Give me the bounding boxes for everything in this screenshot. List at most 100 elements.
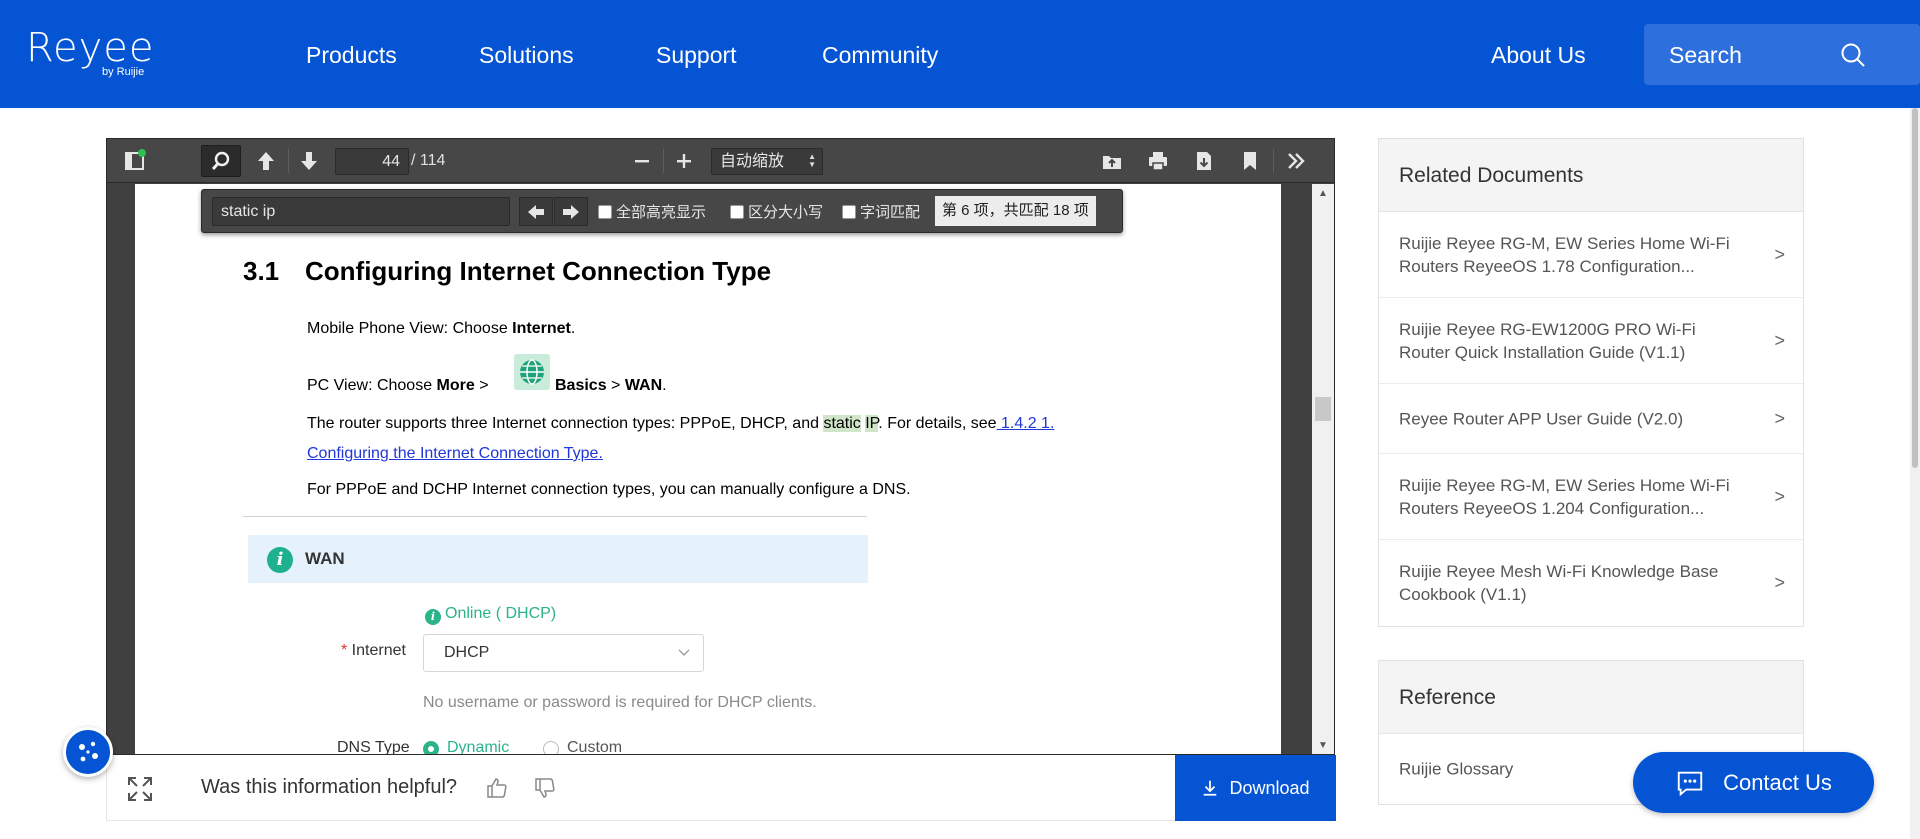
dns-type-label: DNS Type — [337, 739, 410, 754]
related-doc-item[interactable]: Ruijie Reyee RG-EW1200G PRO Wi-Fi Router… — [1379, 298, 1803, 384]
tools-button[interactable] — [1276, 145, 1316, 177]
helpful-question: Was this information helpful? — [201, 776, 458, 798]
scroll-up-icon[interactable]: ▲ — [1318, 188, 1328, 199]
arrow-left-icon — [528, 204, 544, 219]
find-input[interactable]: static ip — [212, 197, 510, 226]
open-file-button[interactable] — [1092, 145, 1132, 177]
internet-label: * Internet — [341, 642, 406, 659]
thumbs-down-icon[interactable] — [533, 776, 557, 800]
next-page-button[interactable] — [289, 145, 329, 177]
nav-products[interactable]: Products — [306, 40, 397, 70]
nav-support[interactable]: Support — [656, 40, 737, 70]
download-button[interactable]: Download — [1175, 755, 1336, 821]
related-doc-item[interactable]: Reyee Router APP User Guide (V2.0) > — [1379, 384, 1803, 454]
page-total: / 114 — [411, 152, 446, 169]
page-scrollbar[interactable] — [1910, 108, 1920, 839]
find-icon — [211, 151, 230, 171]
whole-words-checkbox[interactable]: 字词匹配 — [842, 201, 920, 222]
reyee-logo[interactable]: Reyee by Ruijie — [26, 28, 155, 78]
chat-icon — [1677, 771, 1703, 796]
fullscreen-icon[interactable] — [127, 776, 153, 802]
dns-note-line: For PPPoE and DCHP Internet connection t… — [307, 481, 911, 498]
pc-view-line-start: PC View: Choose More > — [307, 377, 489, 394]
scroll-down-icon[interactable]: ▼ — [1318, 740, 1328, 751]
radio-custom — [543, 741, 559, 754]
arrow-down-icon — [301, 152, 317, 170]
open-folder-icon — [1103, 156, 1121, 169]
search-highlight: IP — [865, 415, 879, 432]
thumbs-up-icon[interactable] — [485, 776, 509, 800]
nav-community[interactable]: Community — [822, 40, 938, 70]
pdf-scrollbar[interactable]: ▲ ▼ — [1312, 184, 1334, 754]
download-icon — [1204, 780, 1217, 796]
arrow-right-icon — [563, 204, 579, 219]
info-icon: i — [267, 547, 293, 573]
find-result-count: 第 6 项，共匹配 18 项 — [935, 196, 1096, 226]
pdf-scroll-thumb[interactable] — [1315, 397, 1331, 421]
pc-view-line-end: Basics > WAN. — [555, 377, 667, 394]
chevron-right-icon: > — [1774, 330, 1785, 350]
reference-title: Reference — [1379, 661, 1803, 734]
related-doc-item[interactable]: Ruijie Reyee Mesh Wi-Fi Knowledge Base C… — [1379, 540, 1803, 626]
find-bar: static ip 全部高亮显示 区分大小写 字词匹配 第 6 项，共匹配 18… — [201, 189, 1123, 233]
top-navigation: Reyee by Ruijie Products Solutions Suppo… — [0, 0, 1920, 108]
internet-type-select: DHCP — [423, 634, 704, 672]
bookmark-button[interactable] — [1230, 145, 1270, 177]
select-arrows-icon: ▲ ▼ — [808, 152, 816, 169]
save-button[interactable] — [1184, 145, 1224, 177]
related-doc-item[interactable]: Ruijie Reyee RG-M, EW Series Home Wi-Fi … — [1379, 454, 1803, 540]
sidebar-toggle-button[interactable] — [115, 145, 155, 177]
globe-icon — [514, 354, 550, 390]
pdf-toolbar: 44 / 114 自动缩放 ▲ ▼ — [107, 139, 1334, 183]
pdf-document-area[interactable]: 3.1 Configuring Internet Connection Type… — [107, 184, 1334, 754]
find-button[interactable] — [201, 145, 241, 177]
chevron-right-icon: > — [1774, 408, 1785, 428]
contact-us-label: Contact Us — [1723, 769, 1832, 795]
zoom-in-button[interactable] — [664, 145, 704, 177]
minus-icon — [635, 160, 649, 163]
related-documents-title: Related Documents — [1379, 139, 1803, 212]
cookie-settings-button[interactable] — [63, 727, 113, 777]
download-document-icon — [1197, 152, 1211, 170]
match-case-checkbox[interactable]: 区分大小写 — [730, 201, 823, 222]
contact-us-button[interactable]: Contact Us — [1633, 752, 1874, 813]
search-label: Search — [1669, 42, 1742, 68]
nav-solutions[interactable]: Solutions — [479, 40, 574, 70]
wan-banner: i WAN — [248, 535, 868, 583]
chevron-down-icon — [678, 649, 690, 656]
page-number-input[interactable]: 44 — [335, 148, 409, 175]
zoom-out-button[interactable] — [622, 145, 662, 177]
page-scroll-thumb[interactable] — [1912, 108, 1918, 468]
chevron-right-icon: > — [1774, 486, 1785, 506]
section-link[interactable]: 1.4.2 1. — [997, 415, 1054, 432]
section-number: 3.1 — [243, 256, 280, 286]
printer-icon — [1149, 152, 1167, 171]
print-button[interactable] — [1138, 145, 1178, 177]
checkbox[interactable] — [598, 204, 612, 219]
checkbox[interactable] — [842, 204, 856, 219]
toolbar-separator — [1273, 149, 1274, 173]
section-title: Configuring Internet Connection Type — [305, 256, 772, 286]
double-chevron-right-icon — [1288, 153, 1305, 169]
checkbox[interactable] — [730, 204, 744, 219]
find-next-button[interactable] — [554, 197, 588, 226]
nav-about-us[interactable]: About Us — [1491, 40, 1586, 70]
cookie-icon — [79, 741, 98, 762]
related-doc-item[interactable]: Ruijie Reyee RG-M, EW Series Home Wi-Fi … — [1379, 212, 1803, 298]
sidebar-toggle-icon — [125, 149, 146, 170]
internet-type-value: DHCP — [444, 644, 490, 661]
arrow-up-icon — [258, 152, 274, 170]
search-highlight: static — [823, 415, 861, 432]
find-previous-button[interactable] — [519, 197, 553, 226]
download-label: Download — [1229, 777, 1310, 798]
section-link[interactable]: Configuring the Internet Connection Type… — [307, 445, 603, 462]
radio-dynamic-label: Dynamic — [447, 739, 510, 754]
highlight-all-checkbox[interactable]: 全部高亮显示 — [598, 201, 706, 222]
feedback-bar: Was this information helpful? Download — [106, 755, 1336, 821]
zoom-select[interactable]: 自动缩放 ▲ ▼ — [711, 148, 823, 175]
previous-page-button[interactable] — [246, 145, 286, 177]
radio-dynamic — [423, 741, 439, 754]
search-button[interactable]: Search — [1644, 24, 1920, 85]
zoom-value: 自动缩放 — [720, 153, 785, 170]
wan-title: WAN — [305, 549, 345, 568]
